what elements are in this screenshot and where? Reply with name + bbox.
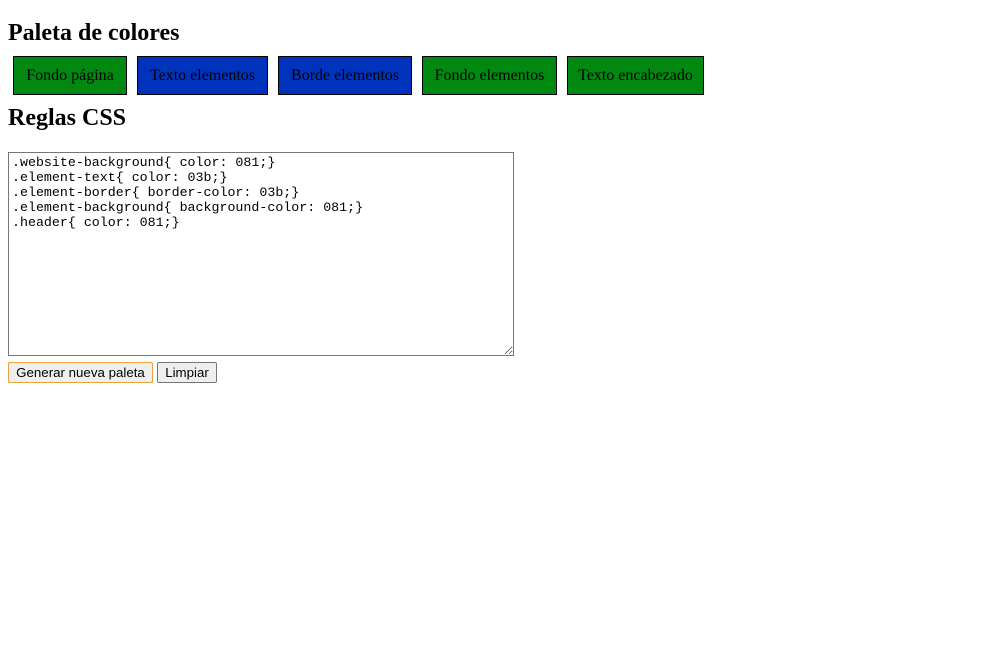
generate-palette-button[interactable]: Generar nueva paleta bbox=[8, 362, 153, 383]
palette-heading: Paleta de colores bbox=[8, 20, 180, 46]
swatch-header-text[interactable]: Texto encabezado bbox=[567, 56, 704, 95]
css-rules-textarea[interactable]: .website-background{ color: 081;} .eleme… bbox=[8, 152, 514, 356]
swatch-element-background[interactable]: Fondo elementos bbox=[422, 56, 557, 95]
clear-button[interactable]: Limpiar bbox=[157, 362, 217, 383]
swatch-element-border[interactable]: Borde elementos bbox=[278, 56, 412, 95]
css-rules-heading: Reglas CSS bbox=[8, 105, 127, 131]
swatch-page-background[interactable]: Fondo página bbox=[13, 56, 127, 95]
swatch-element-text[interactable]: Texto elementos bbox=[137, 56, 268, 95]
page: Paleta de colores Fondo página Texto ele… bbox=[0, 0, 1000, 660]
